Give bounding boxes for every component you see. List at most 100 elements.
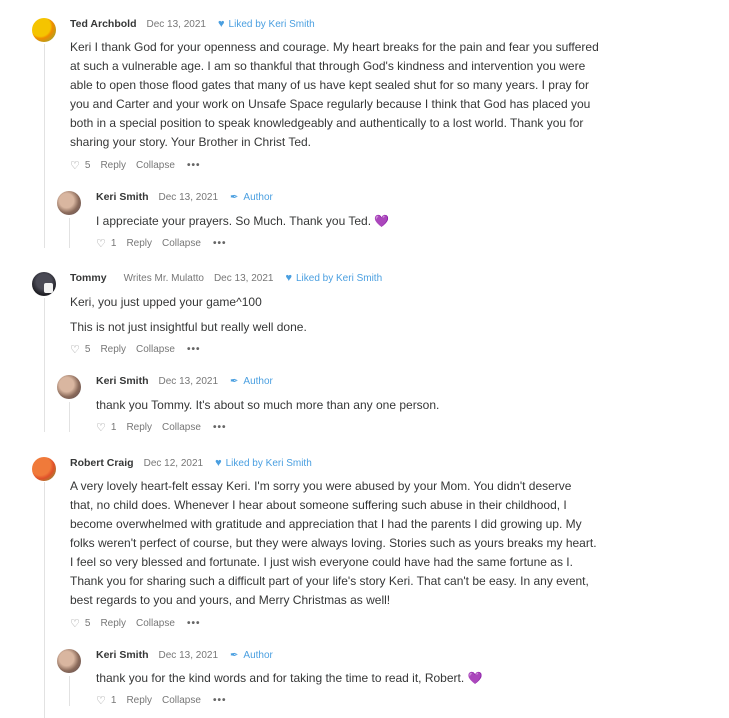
collapse-button[interactable]: Collapse: [136, 344, 175, 355]
commenter-subtitle[interactable]: Writes Mr. Mulatto: [124, 273, 204, 284]
comment-header: Ted Archbold Dec 13, 2021 ♥ Liked by Ker…: [70, 18, 315, 30]
comment-date[interactable]: Dec 12, 2021: [144, 458, 204, 469]
avatar[interactable]: ✒: [57, 649, 83, 675]
heart-filled-icon: ♥: [218, 18, 225, 30]
comment-header: Keri Smith Dec 13, 2021 ✒ Author: [96, 375, 273, 387]
ellipsis-icon[interactable]: •••: [213, 422, 227, 433]
comment-line: thank you for the kind words and for tak…: [96, 671, 465, 685]
comment-date[interactable]: Dec 13, 2021: [159, 192, 219, 203]
liked-by-badge: ♥ Liked by Keri Smith: [285, 272, 382, 284]
heart-filled-icon: ♥: [285, 272, 292, 284]
heart-outline-icon: ♡: [70, 344, 80, 356]
comment-line: both in a special position to speak know…: [70, 116, 584, 130]
heart-filled-icon: ♥: [215, 457, 222, 469]
reply-thread-line: [69, 402, 70, 432]
avatar[interactable]: [32, 457, 56, 481]
author-badge: ✒ Author: [230, 650, 273, 661]
comment-date[interactable]: Dec 13, 2021: [214, 273, 274, 284]
avatar[interactable]: ✒: [57, 191, 83, 217]
ellipsis-icon[interactable]: •••: [187, 344, 201, 355]
like-button[interactable]: ♡ 1: [96, 694, 116, 707]
commenter-name[interactable]: Keri Smith: [96, 375, 149, 387]
reply-button[interactable]: Reply: [100, 344, 126, 355]
comment-line: you and Carter and your work on Unsafe S…: [70, 97, 591, 111]
comment-line: become overwhelmed with gratitude and ap…: [70, 517, 582, 531]
like-button[interactable]: ♡ 1: [96, 237, 116, 250]
comment-body: thank you for the kind words and for tak…: [96, 669, 656, 688]
heart-outline-icon: ♡: [70, 160, 80, 172]
reply-button[interactable]: Reply: [126, 422, 152, 433]
like-count: 1: [110, 422, 117, 433]
like-button[interactable]: ♡ 5: [70, 343, 90, 356]
comment-actions: ♡ 5 Reply Collapse •••: [70, 617, 200, 630]
reply-button[interactable]: Reply: [126, 238, 152, 249]
comment-body: Keri I thank God for your openness and c…: [70, 38, 630, 152]
comment-paragraph: Keri, you just upped your game^100: [70, 295, 262, 309]
heart-outline-icon: ♡: [96, 238, 106, 250]
liked-by-badge: ♥ Liked by Keri Smith: [218, 18, 315, 30]
commenter-name[interactable]: Keri Smith: [96, 649, 149, 661]
avatar[interactable]: [32, 272, 56, 296]
comment-date[interactable]: Dec 13, 2021: [147, 19, 207, 30]
comment-actions: ♡ 1 Reply Collapse •••: [96, 237, 226, 250]
comment-line: that, no child does. Whenever I hear abo…: [70, 498, 567, 512]
comment-header: Tommy Writes Mr. Mulatto Dec 13, 2021 ♥ …: [70, 272, 382, 284]
comment-body: I appreciate your prayers. So Much. Than…: [96, 212, 656, 231]
reply-button[interactable]: Reply: [126, 695, 152, 706]
liked-by-text: Liked by Keri Smith: [225, 457, 312, 469]
reply-button[interactable]: Reply: [100, 160, 126, 171]
collapse-button[interactable]: Collapse: [136, 160, 175, 171]
like-count: 5: [84, 344, 91, 355]
reply-button[interactable]: Reply: [100, 618, 126, 629]
comment-line: best regards to you and yours, and Merry…: [70, 593, 391, 607]
like-button[interactable]: ♡ 5: [70, 617, 90, 630]
thread-line: [44, 482, 45, 718]
author-badge-label: Author: [243, 375, 273, 387]
like-count: 5: [84, 160, 91, 171]
ellipsis-icon[interactable]: •••: [213, 238, 227, 249]
ellipsis-icon[interactable]: •••: [187, 160, 201, 171]
author-badge-label: Author: [243, 649, 273, 661]
comment-body: A very lovely heart-felt essay Keri. I'm…: [70, 477, 630, 610]
comment-header: Robert Craig Dec 12, 2021 ♥ Liked by Ker…: [70, 457, 312, 469]
commenter-name[interactable]: Keri Smith: [96, 191, 149, 203]
comment-date[interactable]: Dec 13, 2021: [159, 376, 219, 387]
comment-line: A very lovely heart-felt essay Keri. I'm…: [70, 479, 572, 493]
liked-by-text: Liked by Keri Smith: [228, 18, 315, 30]
comment-body: thank you Tommy. It's about so much more…: [96, 396, 656, 415]
comment-line: Thank you for sharing such a difficult p…: [70, 574, 589, 588]
collapse-button[interactable]: Collapse: [162, 238, 201, 249]
pen-nib-icon: ✒: [230, 375, 239, 387]
comment-line: able to open those flood gates that many…: [70, 78, 589, 92]
comment-line: folks weren't perfect of course, but the…: [70, 536, 597, 550]
like-button[interactable]: ♡ 5: [70, 159, 90, 172]
liked-by-badge: ♥ Liked by Keri Smith: [215, 457, 312, 469]
reply-thread-line: [69, 676, 70, 706]
comment-header: Keri Smith Dec 13, 2021 ✒ Author: [96, 191, 273, 203]
pen-nib-icon: ✒: [230, 191, 239, 203]
comment-line: I feel so very blessed and fortunate. I …: [70, 555, 573, 569]
pen-nib-icon: ✒: [230, 649, 239, 661]
ellipsis-icon[interactable]: •••: [187, 618, 201, 629]
comment-date[interactable]: Dec 13, 2021: [159, 650, 219, 661]
comment-body: Keri, you just upped your game^100 This …: [70, 293, 630, 337]
avatar[interactable]: [32, 18, 56, 42]
commenter-name[interactable]: Ted Archbold: [70, 18, 137, 30]
comment-line: I appreciate your prayers. So Much. Than…: [96, 214, 372, 228]
commenter-name[interactable]: Tommy: [70, 272, 107, 284]
heart-outline-icon: ♡: [96, 422, 106, 434]
collapse-button[interactable]: Collapse: [162, 695, 201, 706]
like-count: 1: [110, 238, 117, 249]
like-button[interactable]: ♡ 1: [96, 421, 116, 434]
commenter-name[interactable]: Robert Craig: [70, 457, 134, 469]
ellipsis-icon[interactable]: •••: [213, 695, 227, 706]
liked-by-text: Liked by Keri Smith: [295, 272, 383, 284]
comment-actions: ♡ 1 Reply Collapse •••: [96, 421, 226, 434]
collapse-button[interactable]: Collapse: [162, 422, 201, 433]
collapse-button[interactable]: Collapse: [136, 618, 175, 629]
avatar[interactable]: ✒: [57, 375, 83, 401]
like-count: 1: [110, 695, 117, 706]
comment-line: thank you Tommy. It's about so much more…: [96, 398, 440, 412]
heart-outline-icon: ♡: [96, 695, 106, 707]
thread-line: [44, 298, 45, 432]
